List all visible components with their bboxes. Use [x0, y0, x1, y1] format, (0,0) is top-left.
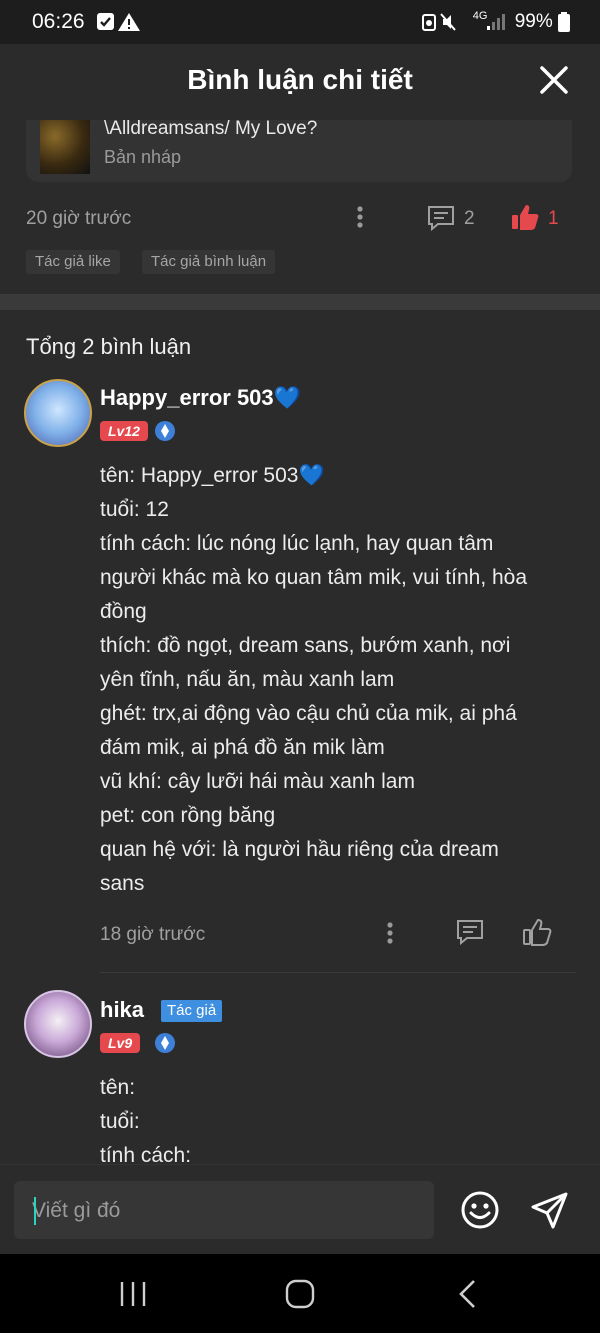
post-card[interactable]: \Alldreamsans/ My Love? Bản nháp [26, 118, 572, 182]
comment-more-button[interactable] [382, 920, 398, 946]
more-vertical-icon [357, 206, 363, 228]
status-left-icons [96, 12, 148, 32]
status-bar: 06:26 4G 99% [0, 0, 600, 44]
tag-author-comment: Tác giả bình luận [142, 250, 276, 274]
comment-input-bar [0, 1164, 600, 1254]
page-title: Bình luận chi tiết [187, 64, 413, 95]
level-badge: Lv9 [100, 1033, 141, 1053]
comment-reply-button[interactable] [455, 918, 485, 946]
comment-time: 18 giờ trước [100, 924, 206, 945]
diamond-badge-icon [155, 1033, 175, 1053]
send-button[interactable] [530, 1190, 570, 1230]
post-status: Bản nháp [104, 147, 182, 167]
verified-badge [154, 1032, 176, 1054]
section-divider [0, 294, 600, 310]
thumbs-up-filled-icon [512, 205, 539, 230]
comment-username[interactable]: Happy_error 503💙 [100, 385, 301, 411]
emoji-button[interactable] [460, 1190, 500, 1230]
comment-separator [100, 972, 576, 973]
text-cursor [34, 1197, 36, 1225]
system-nav-bar [0, 1254, 600, 1333]
recent-apps-button[interactable] [118, 1280, 148, 1308]
comment-username[interactable]: hika [100, 997, 144, 1023]
battery-icon [558, 11, 570, 32]
post-like-count: 1 [548, 208, 559, 229]
sheet-header: Bình luận chi tiết [0, 44, 600, 120]
comment-input[interactable] [30, 1181, 424, 1241]
post-title: \Alldreamsans/ My Love? [104, 118, 318, 139]
post-thumbnail [40, 120, 90, 174]
checkbox-icon [97, 13, 114, 30]
comment-input-box[interactable] [14, 1181, 434, 1241]
comment-like-button[interactable] [522, 917, 552, 947]
more-vertical-icon [387, 922, 393, 944]
home-icon [285, 1279, 315, 1309]
status-time: 06:26 [32, 10, 85, 33]
comments-total: Tổng 2 bình luận [26, 334, 192, 359]
post-comment-count: 2 [464, 208, 475, 229]
avatar[interactable] [24, 990, 92, 1058]
post-like-button[interactable] [510, 202, 540, 232]
network-type: 4G [472, 10, 488, 22]
home-button[interactable] [285, 1279, 315, 1309]
close-button[interactable] [538, 64, 570, 96]
diamond-badge-icon [155, 421, 175, 441]
mute-icon [440, 13, 457, 31]
recent-apps-icon [120, 1282, 146, 1306]
thumbs-up-icon [523, 918, 552, 946]
post-time: 20 giờ trước [26, 208, 132, 229]
tag-author-like: Tác giả like [26, 250, 120, 274]
battery-percent: 99% [514, 11, 553, 32]
level-badge: Lv12 [100, 421, 148, 441]
post-more-button[interactable] [352, 204, 368, 230]
comment-text: tên: tuổi: tính cách: [100, 1076, 192, 1167]
post-comment-button[interactable] [426, 204, 456, 232]
comment-icon [428, 206, 454, 232]
emoji-icon [461, 1191, 499, 1229]
avatar[interactable] [24, 379, 92, 447]
send-icon [531, 1192, 568, 1229]
comment-text: tên: Happy_error 503💙 tuổi: 12 tính cách… [100, 464, 528, 895]
verified-badge [154, 420, 176, 442]
comment-icon [457, 920, 483, 946]
close-icon [540, 66, 568, 94]
status-right: 4G 99% [421, 10, 570, 33]
comment-detail-sheet: Bình luận chi tiết \Alldreamsans/ My Lov… [0, 44, 600, 1254]
back-icon [459, 1280, 475, 1308]
battery-saver-icon [422, 13, 437, 31]
author-tag: Tác giả [161, 1000, 223, 1022]
back-button[interactable] [456, 1279, 480, 1309]
warning-icon [118, 13, 140, 31]
signal-icon [487, 13, 506, 30]
